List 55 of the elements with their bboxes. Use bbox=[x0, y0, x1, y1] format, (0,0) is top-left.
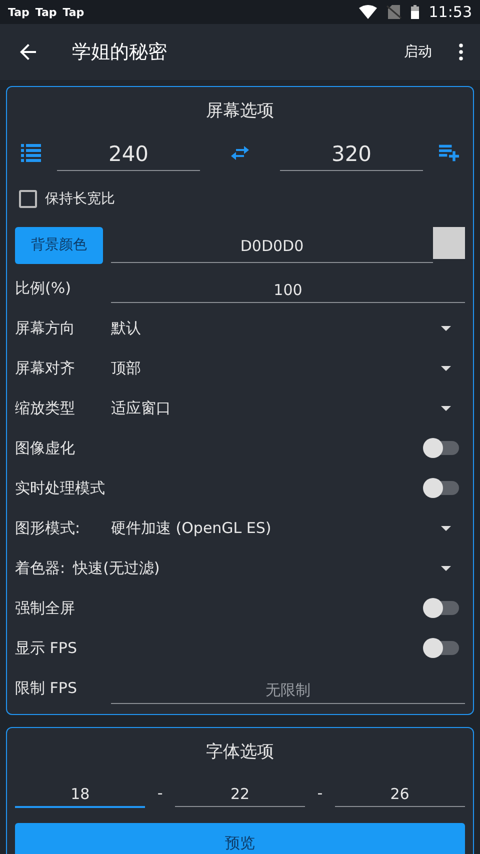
notification-label: Tap bbox=[8, 6, 30, 18]
no-sim-icon bbox=[384, 5, 403, 19]
setting-label: 比例(%) bbox=[15, 278, 72, 298]
checkbox-label: 保持长宽比 bbox=[45, 190, 115, 208]
notification-label: Tap bbox=[35, 6, 57, 18]
caret-icon[interactable] bbox=[441, 366, 451, 370]
toggle-switch[interactable] bbox=[425, 481, 459, 495]
setting-label: 屏幕方向 bbox=[15, 318, 76, 338]
section-title: 屏幕选项 bbox=[205, 100, 275, 123]
preview-button[interactable]: 预览 bbox=[15, 823, 465, 854]
section-title: 字体选项 bbox=[205, 741, 275, 764]
caret-icon[interactable] bbox=[441, 326, 451, 330]
background-color-button[interactable]: 背景颜色 bbox=[15, 226, 103, 264]
more-icon[interactable] bbox=[458, 43, 464, 61]
notification-label: Tap bbox=[62, 6, 84, 18]
caret-icon[interactable] bbox=[441, 566, 451, 570]
caret-icon[interactable] bbox=[441, 406, 451, 410]
checkbox[interactable] bbox=[19, 190, 37, 208]
setting-label: 图像虚化 bbox=[15, 438, 76, 458]
separator: - bbox=[317, 784, 323, 802]
font-size-field[interactable]: 26 bbox=[334, 779, 466, 807]
caret-icon[interactable] bbox=[441, 526, 451, 530]
playlist-add-icon[interactable] bbox=[439, 144, 459, 162]
dropdown[interactable]: 硬件加速 (OpenGL ES) bbox=[111, 518, 441, 538]
text-field[interactable]: 无限制 bbox=[111, 672, 465, 704]
color-swatch[interactable] bbox=[433, 227, 465, 259]
swap-arrows-icon[interactable] bbox=[230, 144, 250, 162]
width-field[interactable]: 240 bbox=[57, 136, 200, 170]
dropdown[interactable]: 顶部 bbox=[111, 358, 441, 378]
start-button[interactable]: 启动 bbox=[398, 37, 438, 67]
toggle-switch[interactable] bbox=[425, 641, 459, 655]
font-size-field[interactable]: 22 bbox=[174, 779, 306, 807]
setting-label: 缩放类型 bbox=[15, 398, 76, 418]
font-size-field[interactable]: 18 bbox=[15, 778, 146, 808]
setting-label: 实时处理模式 bbox=[15, 478, 106, 498]
setting-label: 着色器: bbox=[15, 558, 66, 578]
app-title: 学姐的秘密 bbox=[72, 40, 167, 65]
dropdown[interactable]: 适应窗口 bbox=[111, 398, 441, 418]
battery-icon bbox=[410, 5, 419, 19]
dropdown[interactable]: 默认 bbox=[111, 318, 441, 338]
setting-label: 图形模式: bbox=[15, 518, 82, 538]
setting-label: 显示 FPS bbox=[15, 638, 78, 658]
dropdown[interactable]: 快速(无过滤) bbox=[73, 558, 441, 578]
clock: 11:53 bbox=[428, 3, 472, 21]
color-field[interactable]: D0D0D0 bbox=[111, 227, 433, 263]
toggle-switch[interactable] bbox=[425, 601, 459, 615]
separator: - bbox=[157, 784, 163, 802]
setting-label: 限制 FPS bbox=[15, 678, 78, 698]
setting-label: 强制全屏 bbox=[15, 598, 76, 618]
wifi-icon bbox=[358, 5, 377, 19]
list-icon[interactable] bbox=[21, 144, 41, 162]
height-field[interactable]: 320 bbox=[280, 136, 423, 170]
setting-label: 屏幕对齐 bbox=[15, 358, 76, 378]
text-field[interactable]: 100 bbox=[111, 273, 465, 303]
toggle-switch[interactable] bbox=[425, 441, 459, 455]
